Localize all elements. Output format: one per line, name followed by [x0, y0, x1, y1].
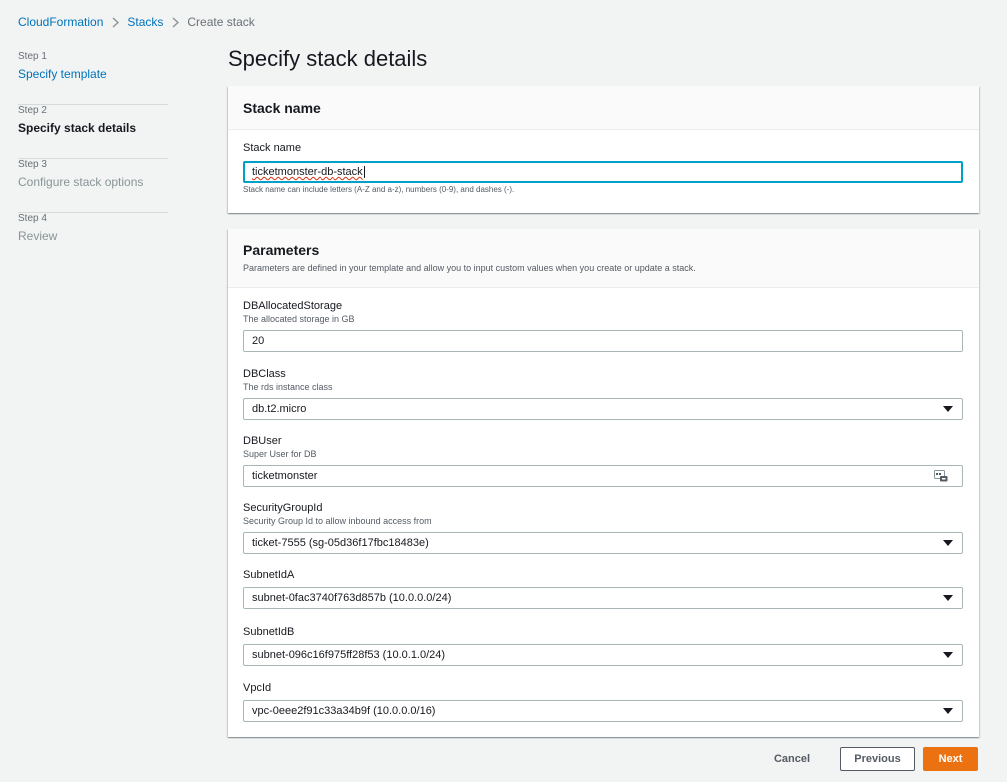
- param-db-user: DBUser Super User for DB ticketmonster: [243, 435, 963, 487]
- caret-down-icon: [943, 595, 953, 601]
- security-group-select[interactable]: ticket-7555 (sg-05d36f17fbc18483e): [243, 532, 963, 554]
- select-value: vpc-0eee2f91c33a34b9f (10.0.0.0/16): [252, 705, 436, 717]
- param-subnet-id-a: SubnetIdA subnet-0fac3740f763d857b (10.0…: [243, 569, 963, 609]
- param-subnet-id-b: SubnetIdB subnet-096c16f975ff28f53 (10.0…: [243, 626, 963, 666]
- wizard-step-2: Step 2 Specify stack details: [18, 105, 168, 159]
- panel-header: Parameters Parameters are defined in you…: [228, 229, 979, 288]
- field-description: The allocated storage in GB: [243, 314, 355, 324]
- next-button[interactable]: Next: [923, 747, 978, 771]
- wizard-step-3: Step 3 Configure stack options: [18, 159, 168, 213]
- chevron-right-icon: [163, 16, 187, 28]
- text-cursor: [363, 166, 365, 178]
- autofill-key-icon[interactable]: [934, 470, 948, 482]
- panel-title: Parameters: [243, 242, 320, 258]
- select-value: ticket-7555 (sg-05d36f17fbc18483e): [252, 537, 429, 549]
- field-label: VpcId: [243, 682, 272, 694]
- stack-name-field: Stack name ticketmonster-db-stack Stack …: [243, 142, 963, 195]
- caret-down-icon: [943, 540, 953, 546]
- field-label: DBClass: [243, 368, 286, 380]
- wizard-actions: Cancel Previous Next: [762, 747, 978, 771]
- chevron-right-icon: [103, 16, 127, 28]
- select-value: subnet-096c16f975ff28f53 (10.0.1.0/24): [252, 649, 446, 661]
- input-value: ticketmonster: [252, 470, 318, 482]
- step-label-configure-options: Configure stack options: [18, 175, 144, 189]
- panel-header: Stack name: [228, 86, 979, 130]
- caret-down-icon: [943, 406, 953, 412]
- field-label: DBUser: [243, 435, 282, 447]
- param-db-allocated-storage: DBAllocatedStorage The allocated storage…: [243, 300, 963, 352]
- input-value: 20: [252, 335, 265, 347]
- param-vpc-id: VpcId vpc-0eee2f91c33a34b9f (10.0.0.0/16…: [243, 682, 963, 722]
- field-label: SecurityGroupId: [243, 502, 323, 514]
- select-value: subnet-0fac3740f763d857b (10.0.0.0/24): [252, 592, 452, 604]
- step-number: Step 4: [18, 213, 47, 224]
- stack-name-input[interactable]: ticketmonster-db-stack: [243, 161, 963, 183]
- field-description: Security Group Id to allow inbound acces…: [243, 516, 432, 526]
- previous-button[interactable]: Previous: [840, 747, 915, 771]
- field-hint: Stack name can include letters (A-Z and …: [243, 185, 515, 194]
- breadcrumb: CloudFormation Stacks Create stack: [18, 15, 255, 29]
- param-security-group-id: SecurityGroupId Security Group Id to all…: [243, 502, 963, 554]
- db-user-input[interactable]: ticketmonster: [243, 465, 963, 487]
- param-db-class: DBClass The rds instance class db.t2.mic…: [243, 368, 963, 420]
- cancel-button[interactable]: Cancel: [762, 747, 822, 771]
- field-label: SubnetIdB: [243, 626, 295, 638]
- field-description: The rds instance class: [243, 382, 333, 392]
- db-class-select[interactable]: db.t2.micro: [243, 398, 963, 420]
- step-label-review: Review: [18, 229, 58, 243]
- select-value: db.t2.micro: [252, 403, 307, 415]
- panel-title: Stack name: [243, 100, 321, 116]
- subnet-a-select[interactable]: subnet-0fac3740f763d857b (10.0.0.0/24): [243, 587, 963, 609]
- field-label: SubnetIdA: [243, 569, 295, 581]
- caret-down-icon: [943, 652, 953, 658]
- wizard-step-1: Step 1 Specify template: [18, 51, 168, 105]
- step-number: Step 1: [18, 51, 47, 62]
- field-label: Stack name: [243, 142, 302, 154]
- step-label-current: Specify stack details: [18, 121, 137, 135]
- breadcrumb-current: Create stack: [187, 15, 255, 29]
- breadcrumb-stacks[interactable]: Stacks: [127, 15, 163, 29]
- step-link-specify-template[interactable]: Specify template: [18, 66, 168, 82]
- breadcrumb-cloudformation[interactable]: CloudFormation: [18, 15, 103, 29]
- parameters-panel: Parameters Parameters are defined in you…: [228, 229, 979, 737]
- input-value: ticketmonster-db-stack: [252, 166, 363, 178]
- page-title: Specify stack details: [228, 46, 428, 71]
- vpc-select[interactable]: vpc-0eee2f91c33a34b9f (10.0.0.0/16): [243, 700, 963, 722]
- field-description: Super User for DB: [243, 449, 317, 459]
- wizard-steps: Step 1 Specify template Step 2 Specify s…: [18, 51, 168, 267]
- panel-description: Parameters are defined in your template …: [243, 263, 696, 273]
- db-allocated-storage-input[interactable]: 20: [243, 330, 963, 352]
- caret-down-icon: [943, 708, 953, 714]
- wizard-step-4: Step 4 Review: [18, 213, 168, 267]
- stack-name-panel: Stack name Stack name ticketmonster-db-s…: [228, 86, 979, 213]
- step-number: Step 2: [18, 105, 47, 116]
- field-label: DBAllocatedStorage: [243, 300, 343, 312]
- subnet-b-select[interactable]: subnet-096c16f975ff28f53 (10.0.1.0/24): [243, 644, 963, 666]
- step-number: Step 3: [18, 159, 47, 170]
